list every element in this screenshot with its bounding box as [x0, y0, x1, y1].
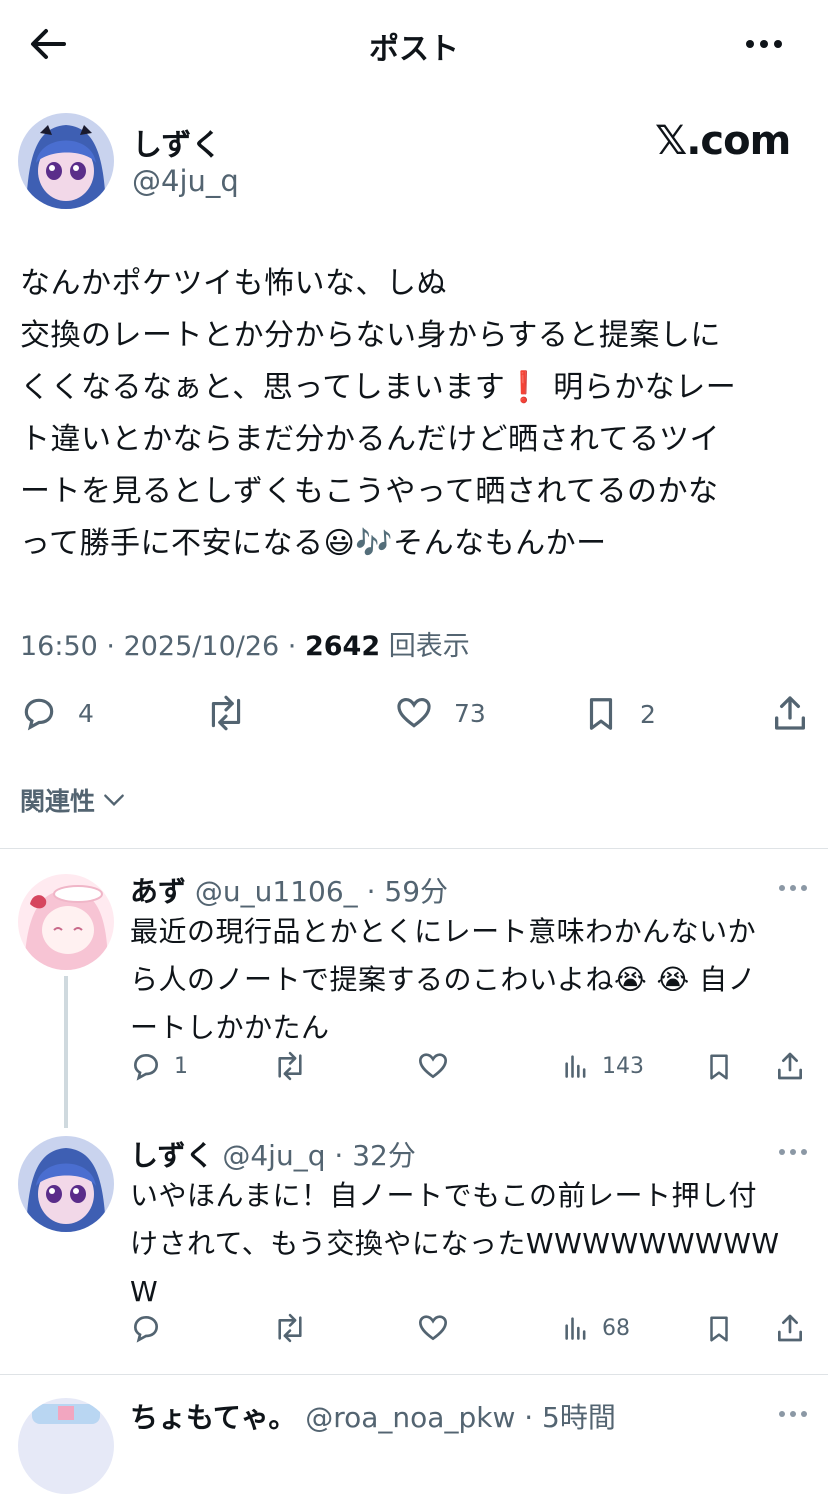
repost-button[interactable]	[204, 694, 248, 732]
more-dots-icon	[746, 40, 782, 48]
relevance-sort-button[interactable]: 関連性	[20, 782, 127, 818]
reply-reply-button[interactable]: 1	[130, 1050, 188, 1082]
reply-like-button[interactable]	[416, 1050, 450, 1082]
heart-icon	[418, 1053, 448, 1079]
share-icon	[778, 1052, 802, 1080]
reply-views-button[interactable]: 68	[562, 1312, 630, 1344]
thread-line	[64, 976, 68, 1128]
reply-more-button[interactable]	[778, 1404, 808, 1424]
heart-icon	[397, 697, 431, 728]
bookmark-icon	[710, 1054, 728, 1080]
heart-icon	[418, 1315, 448, 1341]
more-options-button[interactable]	[744, 30, 784, 58]
views-label: 回表示	[388, 631, 470, 662]
repost-icon	[278, 1051, 302, 1081]
bookmark-icon	[710, 1316, 728, 1342]
reply-time: 59分	[384, 875, 449, 908]
reply-views-count: 143	[602, 1053, 644, 1079]
reply-share-button[interactable]	[774, 1310, 806, 1346]
reply-author-name[interactable]: しずく	[130, 1139, 213, 1172]
reply-like-button[interactable]	[416, 1312, 450, 1344]
reply-repost-button[interactable]	[272, 1050, 308, 1082]
reply-views-count: 68	[602, 1315, 630, 1341]
bookmark-count: 2	[640, 699, 656, 729]
divider	[0, 1374, 828, 1375]
bookmark-icon	[589, 698, 613, 730]
reply-header: ちょもてゃ。 @roa_noa_pkw · 5時間	[130, 1401, 616, 1434]
reply-reply-button[interactable]	[130, 1312, 162, 1344]
repost-icon	[278, 1313, 302, 1343]
reply-header: あず @u_u1106_ · 59分	[130, 875, 449, 908]
reply-repost-button[interactable]	[272, 1312, 308, 1344]
post-date: 2025/10/26	[123, 631, 280, 662]
reply-avatar[interactable]	[18, 1136, 114, 1232]
reply-icon	[24, 698, 54, 731]
divider	[0, 848, 828, 849]
post-text: なんかポケツイも怖いな、しぬ 交換のレートとか分からない身からすると提案しに く…	[20, 266, 737, 561]
chevron-down-icon	[104, 794, 124, 807]
reply-text: いやほんまに！自ノートでもこの前レート押し付 けされて、もう交換やになったWWW…	[130, 1179, 780, 1308]
post-meta: 16:50 · 2025/10/26 · 2642 回表示	[20, 631, 470, 662]
reply-author-name[interactable]: ちょもてゃ。	[130, 1401, 296, 1434]
reply-time: 32分	[352, 1139, 416, 1172]
views-count: 2642	[304, 631, 381, 662]
reply-share-button[interactable]	[774, 1048, 806, 1084]
reply-reply-count: 1	[174, 1053, 188, 1079]
reply-more-button[interactable]	[778, 1142, 808, 1162]
like-count: 73	[454, 698, 486, 728]
reply-author-handle[interactable]: @roa_noa_pkw	[305, 1401, 515, 1434]
share-icon	[775, 696, 805, 730]
reply-header: しずく @4ju_q · 32分	[130, 1139, 416, 1172]
page-title: ポスト	[369, 32, 459, 67]
reply-bookmark-button[interactable]	[704, 1050, 734, 1084]
reply-avatar[interactable]	[18, 874, 114, 970]
author-handle[interactable]: @4ju_q	[132, 164, 239, 198]
more-dots-icon	[779, 885, 807, 891]
reply-count: 4	[78, 698, 94, 728]
bookmark-button[interactable]: 2	[582, 694, 656, 734]
reply-button[interactable]: 4	[20, 694, 94, 732]
reply-author-handle[interactable]: @4ju_q	[222, 1139, 325, 1172]
x-brand-logo: 𝕏.com	[655, 118, 791, 164]
reply-author-handle[interactable]: @u_u1106_	[195, 875, 358, 908]
reply-more-button[interactable]	[778, 878, 808, 898]
repost-icon	[211, 695, 241, 731]
reply-icon	[133, 1315, 159, 1343]
reply-time: 5時間	[542, 1401, 616, 1434]
reply-author-name[interactable]: あず	[130, 875, 186, 908]
reply-bookmark-button[interactable]	[704, 1312, 734, 1346]
author-avatar[interactable]	[18, 113, 114, 209]
bar-chart-icon	[565, 1055, 586, 1078]
like-button[interactable]: 73	[394, 694, 486, 732]
bar-chart-icon	[565, 1317, 586, 1340]
share-button[interactable]	[770, 692, 810, 734]
reply-text: 最近の現行品とかとくにレート意味わかんないか ら人のノートで提案するのこわいよね…	[130, 915, 757, 1044]
reply-icon	[133, 1053, 159, 1081]
more-dots-icon	[779, 1411, 807, 1417]
author-name[interactable]: しずく	[132, 120, 221, 164]
share-icon	[778, 1314, 802, 1342]
post-time: 16:50	[20, 631, 98, 662]
relevance-label: 関連性	[20, 787, 96, 816]
reply-views-button[interactable]: 143	[562, 1050, 644, 1082]
reply-avatar[interactable]	[18, 1398, 114, 1494]
more-dots-icon	[779, 1149, 807, 1155]
